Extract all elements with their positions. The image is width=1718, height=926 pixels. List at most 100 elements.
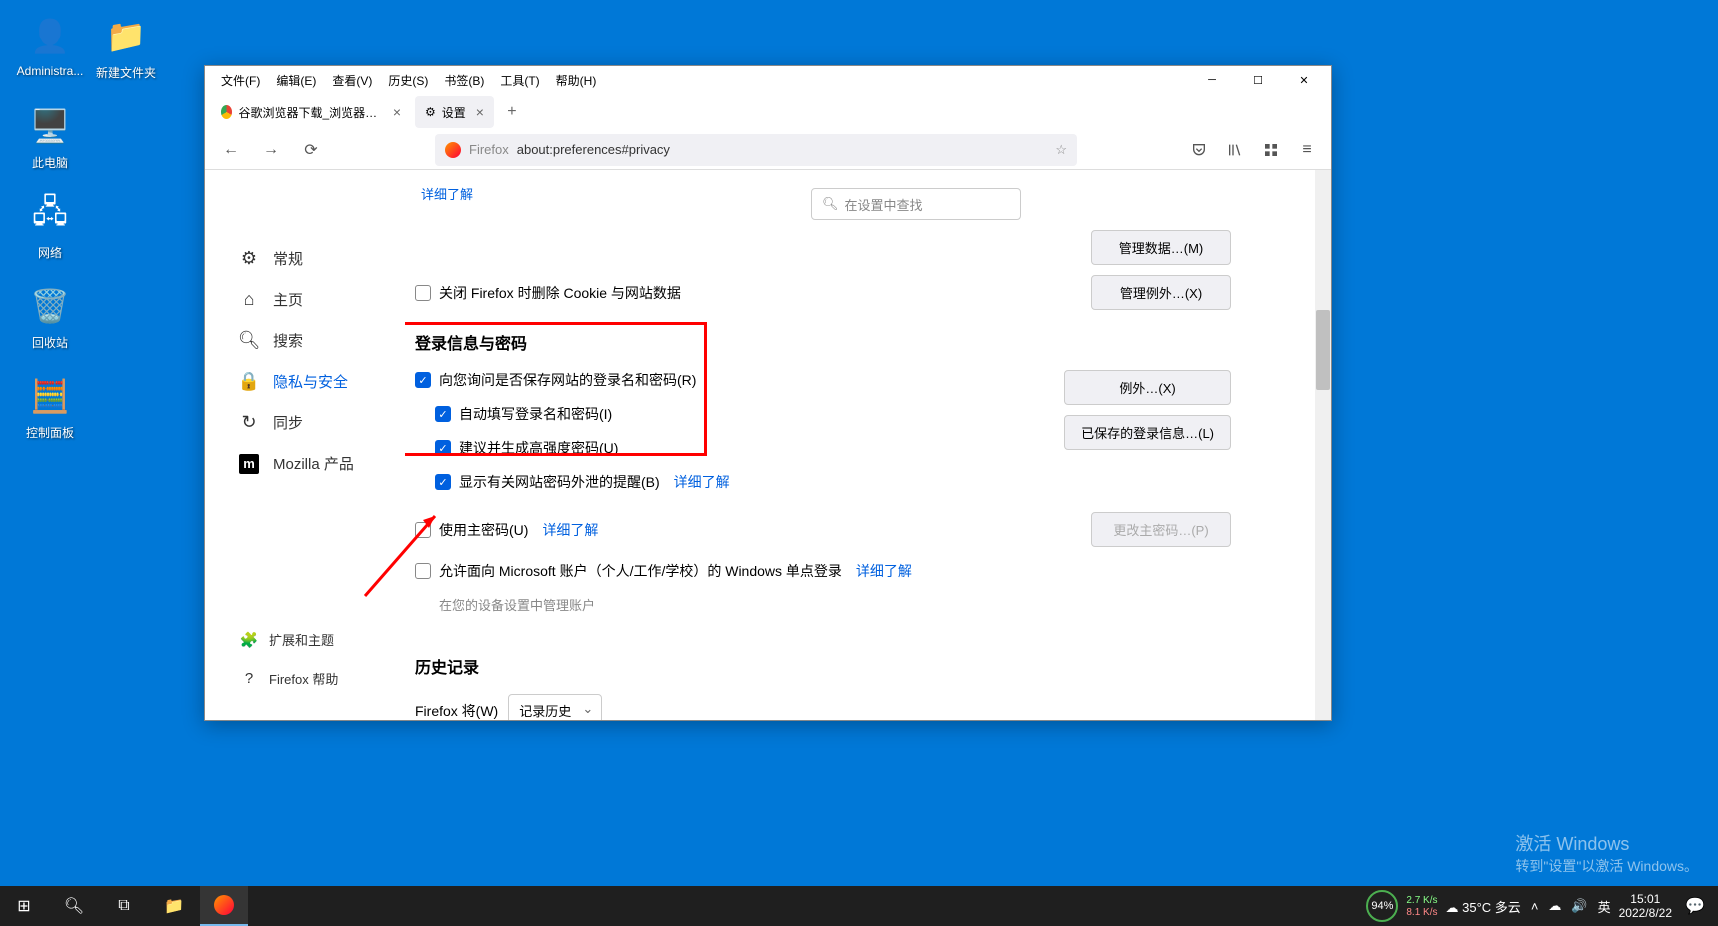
toolbar: ← → ⟳ Firefox about:preferences#privacy … (205, 130, 1331, 170)
sidebar-item-sync[interactable]: ↻同步 (229, 404, 405, 441)
library-icon[interactable] (1221, 136, 1249, 164)
reload-button[interactable]: ⟳ (295, 134, 327, 166)
notifications-button[interactable]: 💬 (1680, 886, 1710, 926)
user-icon: 👤 (26, 12, 74, 60)
weather-widget[interactable]: ☁ 35°C 多云 (1446, 897, 1521, 916)
url-bar[interactable]: Firefox about:preferences#privacy ☆ (435, 134, 1077, 166)
menu-edit[interactable]: 编辑(E) (270, 70, 322, 91)
history-mode-select[interactable]: 记录历史 (508, 694, 602, 720)
explorer-button[interactable]: 📁 (150, 886, 198, 926)
mozilla-icon: m (239, 454, 259, 474)
forward-button[interactable]: → (255, 134, 287, 166)
tray-chevron-icon[interactable]: ˄ (1531, 899, 1539, 914)
close-button[interactable]: ✕ (1281, 66, 1327, 94)
learn-more-link[interactable]: 详细了解 (856, 561, 912, 581)
close-icon[interactable]: × (476, 104, 484, 120)
checkbox-master-password[interactable] (415, 522, 431, 538)
menu-tools[interactable]: 工具(T) (494, 70, 545, 91)
settings-content: 详细了解 管理数据…(M) 关闭 Firefox 时删除 Cookie 与网站数… (405, 170, 1331, 720)
desktop-icon-recycle[interactable]: 🗑️回收站 (12, 282, 88, 351)
control-panel-icon: 🧮 (26, 372, 74, 420)
puzzle-icon: 🧩 (239, 631, 259, 649)
task-view-button[interactable]: ⧉ (100, 886, 148, 926)
firefox-taskbar-button[interactable] (200, 886, 248, 926)
sidebar-item-search[interactable]: 🔍︎搜索 (229, 322, 405, 359)
scrollbar-thumb[interactable] (1316, 310, 1330, 390)
history-prefix-label: Firefox 将(W) (415, 701, 498, 721)
breach-label: 显示有关网站密码外泄的提醒(B) (459, 472, 660, 492)
pocket-icon[interactable] (1185, 136, 1213, 164)
settings-sidebar: ⚙常规 ⌂主页 🔍︎搜索 🔒隐私与安全 ↻同步 mMozilla 产品 🧩扩展和… (205, 170, 405, 720)
manage-data-button[interactable]: 管理数据…(M) (1091, 230, 1231, 265)
checkbox-sso[interactable] (415, 563, 431, 579)
folder-icon: 📁 (102, 12, 150, 60)
checkbox-clear-on-close[interactable] (415, 285, 431, 301)
sidebar-item-help[interactable]: ?Firefox 帮助 (229, 661, 348, 696)
lock-icon: 🔒 (239, 371, 259, 392)
change-master-button: 更改主密码…(P) (1091, 512, 1231, 547)
minimize-button[interactable]: ─ (1189, 66, 1235, 94)
volume-icon[interactable]: 🔊 (1571, 898, 1587, 914)
network-icon: 🖧 (26, 192, 74, 240)
device-settings-note: 在您的设备设置中管理账户 (439, 595, 1291, 614)
performance-widget[interactable]: 94% (1366, 890, 1398, 922)
learn-more-link[interactable]: 详细了解 (542, 520, 598, 540)
help-icon: ? (239, 670, 259, 687)
menu-bookmarks[interactable]: 书签(B) (438, 70, 490, 91)
desktop-icon-network[interactable]: 🖧网络 (12, 192, 88, 261)
tab-chrome-download[interactable]: 谷歌浏览器下载_浏览器官网入[... × (211, 96, 411, 128)
scrollbar[interactable] (1315, 170, 1331, 720)
gear-icon: ⚙ (239, 248, 259, 269)
clock[interactable]: 15:01 2022/8/22 (1619, 892, 1672, 921)
back-button[interactable]: ← (215, 134, 247, 166)
tab-settings[interactable]: ⚙ 设置 × (415, 96, 494, 128)
trash-icon: 🗑️ (26, 282, 74, 330)
menu-help[interactable]: 帮助(H) (550, 70, 603, 91)
app-menu-button[interactable]: ≡ (1293, 136, 1321, 164)
start-button[interactable]: ⊞ (0, 886, 48, 926)
pc-icon: 🖥️ (26, 102, 74, 150)
learn-more-link[interactable]: 详细了解 (421, 184, 473, 203)
titlebar: 文件(F) 编辑(E) 查看(V) 历史(S) 书签(B) 工具(T) 帮助(H… (205, 66, 1331, 94)
clear-on-close-label: 关闭 Firefox 时删除 Cookie 与网站数据 (439, 283, 681, 303)
menubar: 文件(F) 编辑(E) 查看(V) 历史(S) 书签(B) 工具(T) 帮助(H… (209, 70, 1189, 91)
gear-icon: ⚙ (425, 105, 436, 119)
section-history-title: 历史记录 (415, 654, 1291, 678)
sidebar-item-general[interactable]: ⚙常规 (229, 240, 405, 277)
taskbar: ⊞ 🔍︎ ⧉ 📁 94% 2.7 K/s 8.1 K/s ☁ 35°C 多云 ˄… (0, 886, 1718, 926)
windows-activation-watermark: 激活 Windows 转到"设置"以激活 Windows。 (1515, 830, 1698, 876)
bookmark-icon[interactable]: ☆ (1055, 142, 1067, 158)
sync-icon: ↻ (239, 412, 259, 433)
search-icon: 🔍︎ (239, 330, 259, 351)
desktop-icon-pc[interactable]: 🖥️此电脑 (12, 102, 88, 171)
sidebar-item-privacy[interactable]: 🔒隐私与安全 (229, 363, 405, 400)
master-password-label: 使用主密码(U) (439, 520, 528, 540)
menu-history[interactable]: 历史(S) (382, 70, 434, 91)
desktop-icon-control[interactable]: 🧮控制面板 (12, 372, 88, 441)
exceptions-button[interactable]: 例外…(X) (1064, 370, 1231, 405)
sso-label: 允许面向 Microsoft 账户（个人/工作/学校）的 Windows 单点登… (439, 561, 842, 581)
maximize-button[interactable]: ☐ (1235, 66, 1281, 94)
onedrive-icon[interactable]: ☁ (1548, 898, 1561, 914)
close-icon[interactable]: × (393, 104, 401, 120)
sidebar-item-mozilla[interactable]: mMozilla 产品 (229, 445, 405, 482)
menu-file[interactable]: 文件(F) (215, 70, 266, 91)
home-icon: ⌂ (239, 289, 259, 310)
extensions-icon[interactable] (1257, 136, 1285, 164)
search-button[interactable]: 🔍︎ (50, 886, 98, 926)
desktop-icon-folder[interactable]: 📁新建文件夹 (88, 12, 164, 81)
checkbox-breach[interactable]: ✓ (435, 474, 451, 490)
learn-more-link[interactable]: 详细了解 (674, 472, 730, 492)
settings-page: 🔍︎ 在设置中查找 ⚙常规 ⌂主页 🔍︎搜索 🔒隐私与安全 ↻同步 mMozil… (205, 170, 1331, 720)
saved-logins-button[interactable]: 已保存的登录信息…(L) (1064, 415, 1231, 450)
firefox-icon (445, 142, 461, 158)
desktop-icon-admin[interactable]: 👤Administra... (12, 12, 88, 78)
menu-view[interactable]: 查看(V) (326, 70, 378, 91)
chrome-icon (221, 105, 232, 119)
new-tab-button[interactable]: + (498, 98, 526, 126)
ime-indicator[interactable]: 英 (1598, 897, 1611, 916)
sidebar-item-extensions[interactable]: 🧩扩展和主题 (229, 622, 348, 657)
manage-exceptions-button[interactable]: 管理例外…(X) (1091, 275, 1231, 310)
firefox-window: 文件(F) 编辑(E) 查看(V) 历史(S) 书签(B) 工具(T) 帮助(H… (204, 65, 1332, 721)
sidebar-item-home[interactable]: ⌂主页 (229, 281, 405, 318)
